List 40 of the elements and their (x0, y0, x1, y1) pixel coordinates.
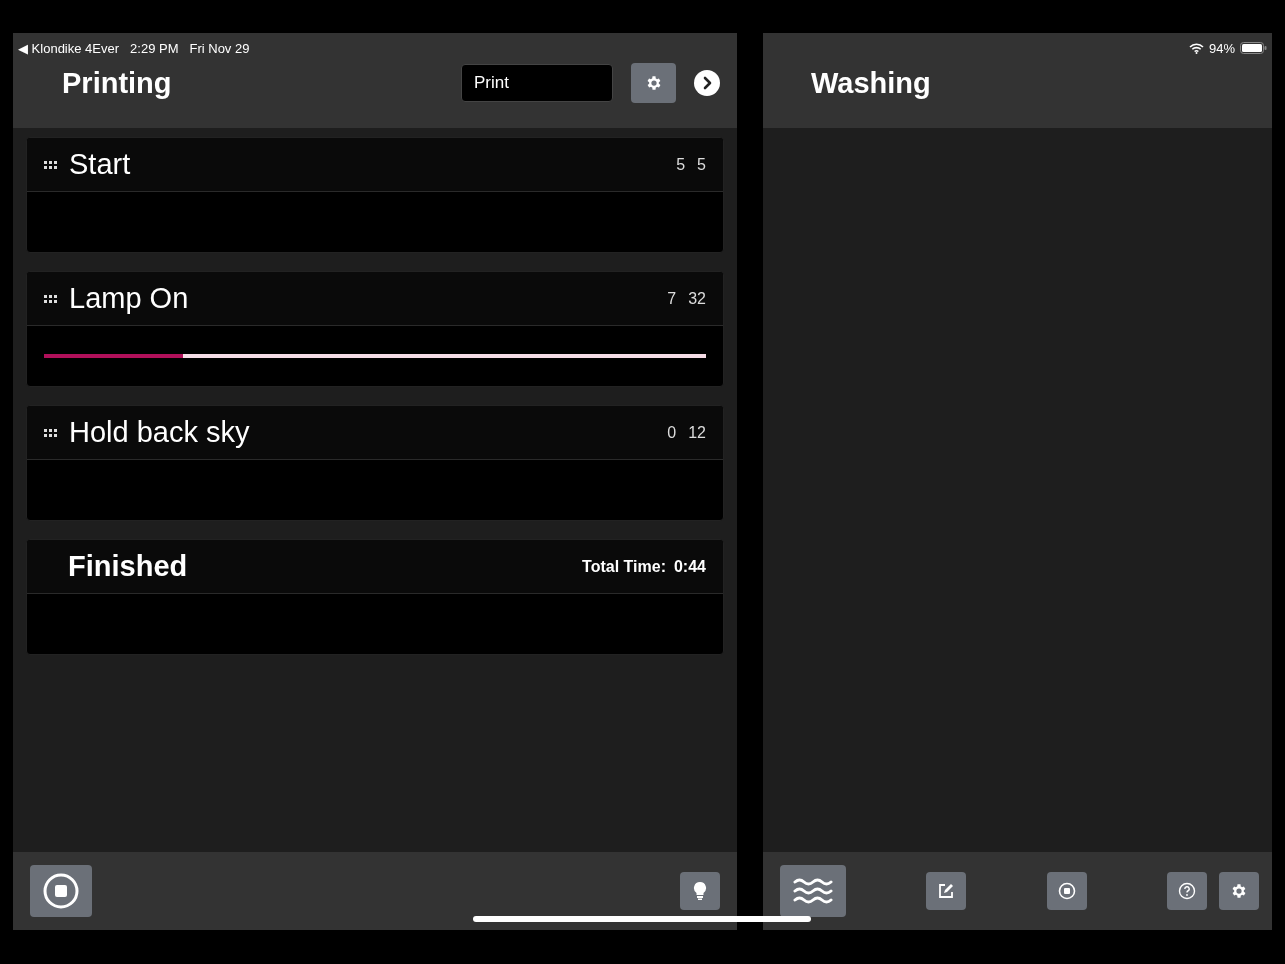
input-field[interactable]: Print (461, 64, 613, 102)
chevron-right-icon (694, 70, 720, 96)
total-time-label: Total Time: (582, 557, 666, 576)
total-time-value: 0:44 (673, 557, 706, 576)
help-icon (1178, 882, 1196, 900)
settings-button[interactable] (1219, 872, 1259, 910)
step-count: 0 (667, 423, 677, 442)
panel-title: Printing (62, 66, 172, 100)
step-name: Start (69, 148, 131, 181)
status-date: Fri Nov 29 (189, 40, 250, 56)
step-count: 32 (688, 289, 706, 308)
stop-icon (1057, 882, 1076, 900)
battery-percent: 94% (1208, 40, 1235, 56)
step-name: Lamp On (69, 282, 189, 315)
drag-handle-icon[interactable] (44, 428, 57, 437)
back-link[interactable]: ◀ Klondike 4Ever (18, 40, 120, 56)
stop-icon (43, 873, 79, 909)
settings-button[interactable] (631, 63, 676, 103)
lamp-button[interactable] (680, 872, 720, 910)
step-count: 5 (697, 155, 706, 174)
edit-button[interactable] (926, 872, 967, 910)
step-count: 5 (676, 155, 686, 174)
status-time: 2:29 PM (130, 40, 179, 56)
step-name: Hold back sky (69, 416, 250, 449)
battery-icon (1240, 42, 1267, 54)
next-button[interactable] (694, 70, 720, 96)
step-count: 7 (667, 289, 677, 308)
step-name: Finished (67, 550, 188, 583)
settings-icon (1230, 882, 1248, 900)
drag-handle-icon[interactable] (44, 294, 57, 303)
stop-button[interactable] (1046, 872, 1087, 910)
step-count: 12 (688, 423, 706, 442)
wifi-icon (1188, 42, 1204, 54)
edit-icon (938, 883, 955, 899)
help-button[interactable] (1167, 872, 1207, 910)
panel-title: Washing (811, 66, 931, 100)
waves-icon (793, 877, 833, 905)
lightbulb-icon (693, 882, 707, 900)
drag-handle-icon[interactable] (44, 160, 57, 169)
washing-button[interactable] (780, 865, 846, 917)
